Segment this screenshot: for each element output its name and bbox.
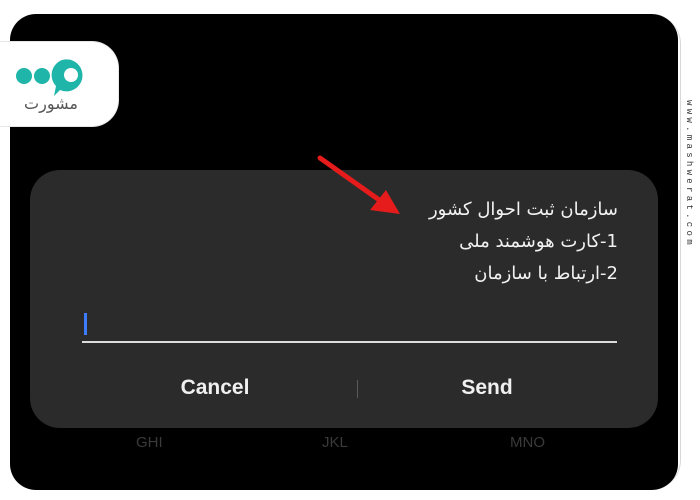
text-caret <box>84 313 87 335</box>
page: GHI JKL MNO مشورت www.mashwerat.com سازم… <box>0 0 700 500</box>
button-divider <box>357 380 358 398</box>
watermark-text: www.mashwerat.com <box>684 100 694 248</box>
keypad-hints: GHI JKL MNO <box>10 434 678 464</box>
red-arrow-icon <box>317 155 400 214</box>
message-line: 2-ارتباط با سازمان <box>474 263 618 284</box>
keypad-hint: MNO <box>510 434 545 451</box>
keypad-hint: JKL <box>322 434 348 451</box>
send-button[interactable]: Send <box>402 370 572 406</box>
brand-logo-icon <box>16 59 83 96</box>
message-line: سازمان ثبت احوال کشور <box>428 199 618 220</box>
dialog-buttons: Cancel Send <box>30 370 658 406</box>
reply-input[interactable] <box>82 313 617 343</box>
message-line: 1-کارت هوشمند ملی <box>459 231 618 252</box>
dialog-message: سازمان ثبت احوال کشور 1-کارت هوشمند ملی … <box>218 194 618 290</box>
logo-badge: مشورت <box>0 42 118 126</box>
keypad-hint: GHI <box>136 434 163 451</box>
logo-text: مشورت <box>24 94 78 113</box>
watermark: www.mashwerat.com <box>680 100 694 300</box>
cancel-button[interactable]: Cancel <box>130 370 300 406</box>
